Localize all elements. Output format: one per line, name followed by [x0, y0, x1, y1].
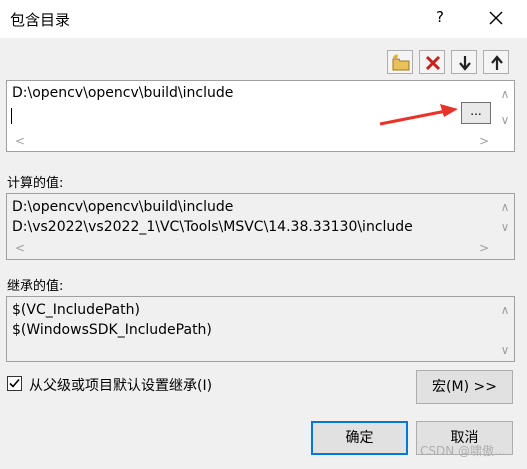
- title-bar: 包含目录 ?: [0, 0, 527, 38]
- checkmark-icon: [9, 378, 20, 388]
- include-directories-dialog: 包含目录 ? D:\opencv\opencv\build\include ..…: [0, 0, 527, 469]
- delete-line-button[interactable]: [419, 50, 445, 74]
- hscroll-right-icon[interactable]: >: [477, 134, 491, 148]
- inherited-values-box: $(VC_IncludePath) $(WindowsSDK_IncludePa…: [6, 296, 515, 362]
- evaluated-value-box: D:\opencv\opencv\build\include D:\vs2022…: [6, 193, 515, 260]
- text-caret: [11, 108, 12, 124]
- inherit-checkbox[interactable]: [7, 376, 22, 391]
- inherit-checkbox-label[interactable]: 从父级或项目默认设置继承(I): [29, 375, 212, 395]
- move-down-button[interactable]: [451, 50, 477, 74]
- eval-scroll-up-icon[interactable]: ∧: [498, 200, 512, 214]
- inherit-scroll-up-icon[interactable]: ∧: [498, 303, 512, 317]
- new-folder-icon: [392, 54, 410, 71]
- ok-button[interactable]: 确定: [311, 421, 408, 455]
- macros-button[interactable]: 宏(M) >>: [416, 370, 513, 404]
- inherited-values-label: 继承的值:: [7, 279, 64, 294]
- help-button[interactable]: ?: [430, 8, 450, 26]
- edit-line-1[interactable]: D:\opencv\opencv\build\include: [12, 85, 233, 101]
- eval-scroll-left-icon[interactable]: <: [13, 241, 27, 255]
- evaluated-line-1: D:\opencv\opencv\build\include: [12, 199, 234, 215]
- evaluated-line-2: D:\vs2022\vs2022_1\VC\Tools\MSVC\14.38.3…: [12, 219, 413, 235]
- eval-scroll-down-icon[interactable]: ∨: [498, 220, 512, 234]
- hscroll-left-icon[interactable]: <: [13, 134, 27, 148]
- close-icon: [489, 11, 503, 25]
- red-arrow-annotation-icon: [379, 104, 458, 126]
- vscroll-down-icon[interactable]: ∨: [498, 113, 512, 127]
- arrow-down-icon: [459, 56, 471, 71]
- close-button[interactable]: [484, 6, 508, 30]
- watermark: CSDN @啸傲...: [420, 444, 506, 458]
- dialog-title: 包含目录: [10, 11, 71, 29]
- delete-x-icon: [425, 55, 441, 71]
- inherited-line-2: $(WindowsSDK_IncludePath): [12, 322, 212, 338]
- new-line-button[interactable]: [387, 50, 413, 74]
- arrow-up-icon: [491, 55, 503, 70]
- eval-scroll-right-icon[interactable]: >: [477, 241, 491, 255]
- vscroll-up-icon[interactable]: ∧: [498, 87, 512, 101]
- inherit-scroll-down-icon[interactable]: ∨: [498, 343, 512, 357]
- evaluated-value-label: 计算的值:: [7, 176, 64, 191]
- move-up-button[interactable]: [483, 50, 509, 74]
- inherited-line-1: $(VC_IncludePath): [12, 302, 140, 318]
